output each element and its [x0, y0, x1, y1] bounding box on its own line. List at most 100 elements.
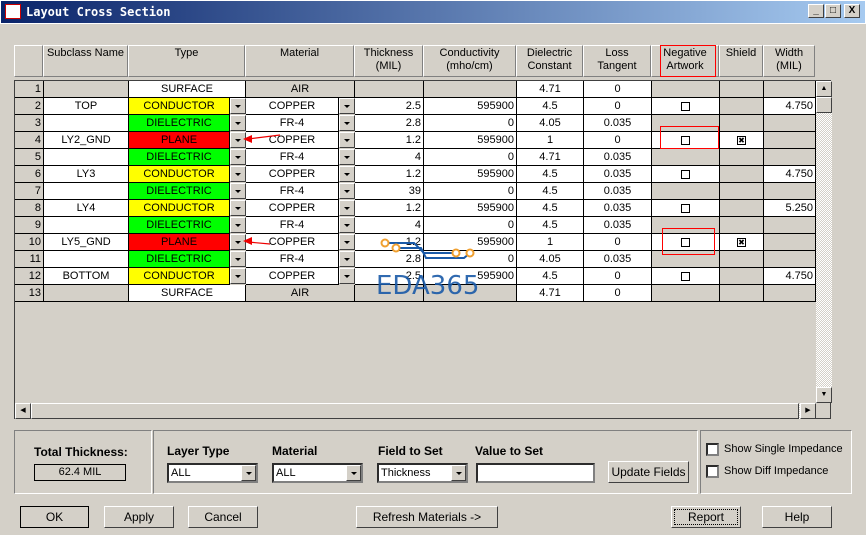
type-cell[interactable]: CONDUCTOR	[129, 166, 230, 183]
material-dropdown-chevron-down-icon[interactable]	[339, 98, 355, 114]
loss-tangent-cell[interactable]: 0.035	[584, 200, 652, 217]
negative-artwork-cell[interactable]	[652, 166, 720, 183]
material-dropdown-chevron-down-icon[interactable]	[339, 268, 355, 284]
material-dropdown-chevron-down-icon[interactable]	[339, 251, 355, 267]
width-cell[interactable]: 5.250	[764, 200, 816, 217]
header-type[interactable]: Type	[128, 45, 245, 77]
thickness-cell[interactable]: 39	[355, 183, 424, 200]
dielectric-constant-cell[interactable]: 4.5	[517, 200, 584, 217]
material-dropdown-chevron-down-icon[interactable]	[339, 149, 355, 165]
loss-tangent-cell[interactable]: 0	[584, 81, 652, 98]
subclass-name-cell[interactable]: LY3	[44, 166, 129, 183]
update-fields-button[interactable]: Update Fields	[608, 461, 689, 483]
thickness-cell[interactable]: 1.2	[355, 166, 424, 183]
material-cell[interactable]: COPPER	[246, 98, 339, 115]
subclass-name-cell[interactable]	[44, 183, 129, 200]
type-cell[interactable]: CONDUCTOR	[129, 268, 230, 285]
type-cell[interactable]: DIELECTRIC	[129, 149, 230, 166]
dielectric-constant-cell[interactable]: 4.71	[517, 81, 584, 98]
shield-cell[interactable]: ✖	[720, 234, 764, 251]
material-dropdown-chevron-down-icon[interactable]	[339, 183, 355, 199]
subclass-name-cell[interactable]: LY4	[44, 200, 129, 217]
row-number[interactable]: 5	[15, 149, 44, 166]
type-cell[interactable]: SURFACE	[129, 285, 246, 302]
field-to-set-select[interactable]: Thickness	[377, 463, 468, 483]
thickness-cell[interactable]: 2.5	[355, 98, 424, 115]
dielectric-constant-cell[interactable]: 4.5	[517, 268, 584, 285]
material-dropdown-chevron-down-icon[interactable]	[339, 115, 355, 131]
negative-artwork-cell[interactable]	[652, 268, 720, 285]
header-conductivity[interactable]: Conductivity (mho/cm)	[423, 45, 516, 77]
row-number[interactable]: 4	[15, 132, 44, 149]
scroll-h-thumb[interactable]	[31, 403, 799, 419]
negative-artwork-cell[interactable]	[652, 200, 720, 217]
type-cell[interactable]: DIELECTRIC	[129, 115, 230, 132]
header-width[interactable]: Width (MIL)	[763, 45, 815, 77]
row-number[interactable]: 6	[15, 166, 44, 183]
type-cell[interactable]: PLANE	[129, 234, 230, 251]
row-number[interactable]: 2	[15, 98, 44, 115]
material-dropdown-chevron-down-icon[interactable]	[339, 166, 355, 182]
conductivity-cell[interactable]: 595900	[424, 200, 517, 217]
dielectric-constant-cell[interactable]: 4.5	[517, 98, 584, 115]
subclass-name-cell[interactable]: LY5_GND	[44, 234, 129, 251]
conductivity-cell[interactable]: 595900	[424, 98, 517, 115]
material-dropdown-chevron-down-icon[interactable]	[339, 200, 355, 216]
dielectric-constant-cell[interactable]: 4.5	[517, 166, 584, 183]
layer-type-select[interactable]: ALL	[167, 463, 258, 483]
help-button[interactable]: Help	[762, 506, 832, 528]
conductivity-cell[interactable]: 0	[424, 183, 517, 200]
loss-tangent-cell[interactable]: 0	[584, 98, 652, 115]
shield-checkbox[interactable]: ✖	[737, 237, 746, 247]
report-button[interactable]: Report	[671, 506, 741, 528]
scroll-left-button[interactable]: ◀	[15, 403, 31, 419]
header-thickness[interactable]: Thickness (MIL)	[354, 45, 423, 77]
dielectric-constant-cell[interactable]: 4.71	[517, 285, 584, 302]
type-dropdown-chevron-down-icon[interactable]	[230, 268, 246, 284]
loss-tangent-cell[interactable]: 0.035	[584, 149, 652, 166]
chevron-down-icon[interactable]	[451, 465, 466, 481]
type-cell[interactable]: CONDUCTOR	[129, 200, 230, 217]
material-dropdown-chevron-down-icon[interactable]	[339, 234, 355, 250]
width-cell[interactable]: 4.750	[764, 166, 816, 183]
row-number[interactable]: 3	[15, 115, 44, 132]
negative-artwork-checkbox[interactable]	[681, 169, 690, 179]
material-dropdown-chevron-down-icon[interactable]	[339, 132, 355, 148]
show-diff-impedance-checkbox[interactable]	[706, 465, 719, 478]
value-to-set-input[interactable]	[476, 463, 595, 483]
row-number[interactable]: 11	[15, 251, 44, 268]
loss-tangent-cell[interactable]: 0	[584, 268, 652, 285]
type-cell[interactable]: DIELECTRIC	[129, 183, 230, 200]
conductivity-cell[interactable]: 595900	[424, 132, 517, 149]
width-cell[interactable]: 4.750	[764, 98, 816, 115]
row-number[interactable]: 7	[15, 183, 44, 200]
conductivity-cell[interactable]: 0	[424, 149, 517, 166]
shield-checkbox[interactable]: ✖	[737, 135, 746, 145]
subclass-name-cell[interactable]	[44, 149, 129, 166]
conductivity-cell[interactable]: 595900	[424, 166, 517, 183]
subclass-name-cell[interactable]: BOTTOM	[44, 268, 129, 285]
negative-artwork-checkbox[interactable]	[681, 203, 690, 213]
dielectric-constant-cell[interactable]: 4.5	[517, 183, 584, 200]
type-dropdown-chevron-down-icon[interactable]	[230, 251, 246, 267]
header-subclass-name[interactable]: Subclass Name	[43, 45, 128, 77]
thickness-cell[interactable]: 4	[355, 217, 424, 234]
header-loss-tangent[interactable]: Loss Tangent	[583, 45, 651, 77]
width-cell[interactable]: 4.750	[764, 268, 816, 285]
chevron-down-icon[interactable]	[241, 465, 256, 481]
thickness-cell[interactable]: 1.2	[355, 132, 424, 149]
subclass-name-cell[interactable]	[44, 217, 129, 234]
header-row-number[interactable]	[14, 45, 43, 77]
horizontal-scrollbar[interactable]: ◀ ▶	[15, 403, 816, 419]
conductivity-cell[interactable]: 0	[424, 217, 517, 234]
maximize-button[interactable]: □	[825, 4, 841, 18]
loss-tangent-cell[interactable]: 0	[584, 234, 652, 251]
subclass-name-cell[interactable]	[44, 115, 129, 132]
negative-artwork-checkbox[interactable]	[681, 271, 690, 281]
conductivity-cell[interactable]: 0	[424, 115, 517, 132]
row-number[interactable]: 9	[15, 217, 44, 234]
type-cell[interactable]: CONDUCTOR	[129, 98, 230, 115]
close-button[interactable]: X	[844, 4, 860, 18]
scroll-thumb[interactable]	[816, 97, 832, 113]
negative-artwork-cell[interactable]	[652, 98, 720, 115]
